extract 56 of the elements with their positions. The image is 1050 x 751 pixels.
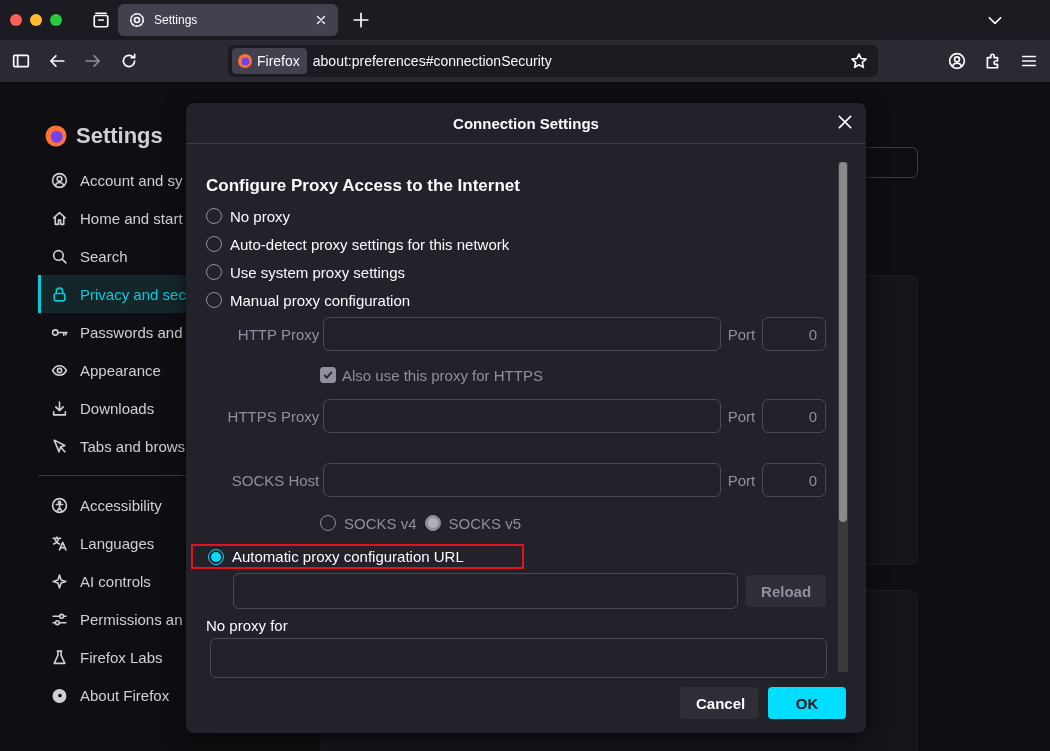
tab-manager-icon[interactable]: [92, 11, 110, 29]
sidebar-item[interactable]: Accessibility: [38, 486, 265, 524]
radio-label: SOCKS v5: [448, 514, 522, 532]
radio-label: No proxy: [230, 207, 291, 225]
account-icon: [51, 171, 68, 189]
field-label: SOCKS Host: [230, 471, 320, 489]
cancel-button[interactable]: Cancel: [680, 687, 758, 719]
star-icon[interactable]: [850, 52, 868, 70]
sidebar-item[interactable]: Appearance: [38, 351, 265, 389]
ok-button[interactable]: OK: [768, 687, 846, 719]
firefox-logo-icon: [44, 124, 68, 148]
sparkle-icon: [51, 572, 68, 590]
field-label: Port: [726, 325, 757, 343]
radio-label: SOCKS v4: [344, 514, 417, 532]
language-icon: [51, 534, 68, 552]
check-icon: [322, 369, 334, 381]
forward-icon[interactable]: [84, 52, 102, 70]
section-heading: Configure Proxy Access to the Internet: [206, 176, 521, 196]
dialog-title: Connection Settings: [453, 114, 599, 132]
new-tab-icon[interactable]: [352, 11, 370, 29]
close-icon[interactable]: [314, 13, 328, 27]
sidebar-item[interactable]: About Firefox: [38, 676, 265, 714]
close-window-button[interactable]: [10, 14, 22, 26]
gear-icon: [128, 11, 146, 29]
close-button[interactable]: [836, 113, 854, 131]
field-label: Port: [726, 471, 757, 489]
identity-badge[interactable]: Firefox: [232, 48, 307, 74]
radio-label: Auto-detect proxy settings for this network: [230, 235, 510, 253]
field-label: Port: [726, 407, 757, 425]
checkbox-label: Also use this proxy for HTTPS: [342, 366, 543, 384]
url-field[interactable]: [233, 573, 739, 609]
back-icon[interactable]: [48, 52, 66, 70]
sidebar-item[interactable]: Firefox Labs: [38, 638, 265, 676]
account-icon[interactable]: [948, 52, 966, 70]
settings-title: Settings: [76, 123, 163, 149]
firefox-logo-icon: [237, 53, 253, 69]
search-icon: [51, 247, 68, 265]
download-icon: [51, 399, 68, 417]
sidebar-item[interactable]: AI controls: [38, 562, 265, 600]
browser-tab[interactable]: Settings: [118, 4, 338, 36]
field-label: No proxy for: [206, 617, 289, 634]
reload-icon[interactable]: [120, 52, 138, 70]
sidebar-item[interactable]: Tabs and brows: [38, 427, 265, 465]
firefox-icon: [51, 686, 68, 704]
field-label: HTTP Proxy: [236, 325, 320, 343]
lock-icon: [51, 285, 68, 303]
home-icon: [51, 209, 68, 227]
sidebar-icon[interactable]: [12, 52, 30, 70]
flask-icon: [51, 648, 68, 666]
address-bar[interactable]: Firefox about:preferences#connectionSecurity: [228, 45, 878, 77]
maximize-window-button[interactable]: [50, 14, 62, 26]
field-label: HTTPS Proxy: [226, 407, 320, 425]
radio-label: Automatic proxy configuration URL: [232, 548, 464, 565]
pointer-icon: [51, 437, 68, 455]
accessibility-icon: [51, 496, 68, 514]
minimize-window-button[interactable]: [30, 14, 42, 26]
